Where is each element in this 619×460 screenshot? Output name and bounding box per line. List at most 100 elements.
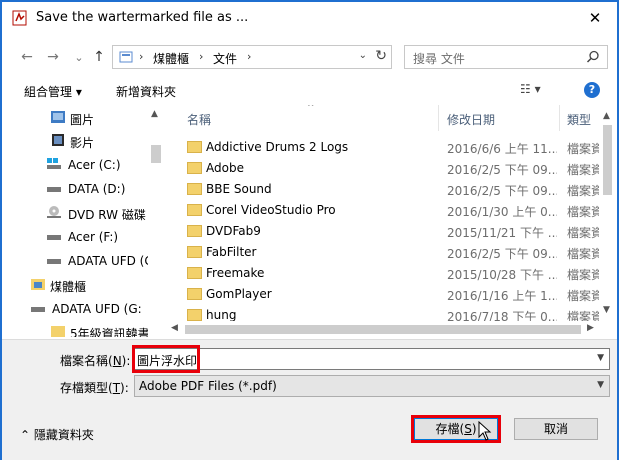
- scroll-left-icon[interactable]: ◀: [171, 323, 178, 333]
- file-row[interactable]: Freemake 2015/10/28 下午 ... 檔案資: [167, 263, 599, 284]
- file-name: hung: [206, 308, 237, 321]
- breadcrumb-library[interactable]: 煤體櫃: [153, 50, 189, 67]
- file-date: 2016/7/18 下午 0...: [447, 310, 557, 321]
- column-divider[interactable]: [438, 105, 439, 131]
- new-folder-button[interactable]: 新增資料夾: [116, 83, 176, 100]
- search-box[interactable]: 搜尋 文件: [404, 45, 608, 69]
- file-date: 2016/1/16 上午 1...: [447, 289, 557, 303]
- file-date: 2015/10/28 下午 ...: [447, 268, 557, 282]
- organize-menu[interactable]: 組合管理 ▾: [24, 83, 82, 100]
- up-button[interactable]: ↑: [88, 46, 110, 68]
- change-view-button[interactable]: ☷ ▾: [520, 82, 541, 96]
- back-button[interactable]: ←: [16, 46, 38, 68]
- folder-icon: [187, 225, 202, 237]
- file-row[interactable]: BBE Sound 2016/2/5 下午 09... 檔案資: [167, 179, 599, 200]
- file-name: Addictive Drums 2 Logs: [206, 140, 349, 154]
- hide-folders-toggle[interactable]: ⌃ 隱藏資料夾: [20, 426, 94, 443]
- horizontal-scroll-thumb[interactable]: [185, 325, 581, 334]
- sidebar-item-drive-c[interactable]: Acer (C:): [12, 154, 162, 176]
- sidebar-item-label: Acer (F:): [68, 230, 119, 244]
- file-date: 2016/1/30 上午 0...: [447, 205, 557, 219]
- refresh-icon[interactable]: ↻: [375, 48, 387, 64]
- file-row[interactable]: Adobe 2016/2/5 下午 09... 檔案資: [167, 158, 599, 179]
- column-header-type[interactable]: 類型: [567, 111, 591, 128]
- sidebar-item-usb-drive-2[interactable]: ADATA UFD (G:: [12, 298, 162, 320]
- scroll-down-icon[interactable]: ▼: [603, 305, 610, 315]
- file-row[interactable]: Corel VideoStudio Pro 2016/1/30 上午 0... …: [167, 200, 599, 221]
- command-bar: 組合管理 ▾ 新增資料夾 ☷ ▾ ?: [2, 78, 617, 104]
- library-icon: [119, 51, 133, 63]
- sidebar-item-videos[interactable]: 影片: [12, 130, 162, 152]
- scroll-up-icon[interactable]: ▲: [603, 111, 610, 121]
- filetype-select[interactable]: Adobe PDF Files (*.pdf) ▼: [134, 375, 610, 397]
- sidebar-item-label: 影片: [70, 136, 95, 150]
- navigation-bar: ← → ⌄ ↑ › 煤體櫃 › 文件 › ⌄ ↻ 搜尋 文件: [2, 40, 617, 74]
- address-bar[interactable]: › 煤體櫃 › 文件 › ⌄ ↻: [112, 45, 392, 69]
- highlight-box: [132, 345, 200, 373]
- file-row[interactable]: DVDFab9 2015/11/21 下午 ... 檔案資: [167, 221, 599, 242]
- chevron-down-icon[interactable]: ▼: [597, 353, 604, 363]
- sidebar-scrollbar[interactable]: ▲: [148, 105, 164, 337]
- file-row[interactable]: GomPlayer 2016/1/16 上午 1... 檔案資: [167, 284, 599, 305]
- column-header-name[interactable]: 名稱: [187, 111, 211, 128]
- folder-icon: [187, 141, 202, 153]
- mouse-cursor-icon: [478, 421, 492, 441]
- sidebar-item-drive-d[interactable]: DATA (D:): [12, 178, 162, 200]
- scroll-right-icon[interactable]: ▶: [587, 323, 594, 333]
- file-list-scrollbar[interactable]: ▲ ▼: [599, 105, 616, 321]
- file-list: ^ 名稱 修改日期 類型 Addictive Drums 2 Logs 2016…: [167, 105, 599, 321]
- file-type: 檔案資: [567, 163, 599, 177]
- sidebar-item-drive-f[interactable]: Acer (F:): [12, 226, 162, 248]
- filetype-value: Adobe PDF Files (*.pdf): [139, 379, 277, 393]
- breadcrumb-documents[interactable]: 文件: [213, 50, 237, 67]
- file-type: 檔案資: [567, 289, 599, 303]
- file-row[interactable]: Addictive Drums 2 Logs 2016/6/6 上午 11...…: [167, 137, 599, 158]
- save-options-panel: 檔案名稱(N): 圖片浮水印 ▼ 存檔類型(T): Adobe PDF File…: [2, 339, 617, 460]
- filename-input[interactable]: 圖片浮水印 ▼: [134, 348, 610, 370]
- crumb-separator: ›: [139, 50, 144, 63]
- search-input[interactable]: 搜尋 文件: [413, 50, 465, 67]
- sidebar-item-label: Acer (C:): [68, 158, 121, 172]
- dvd-drive-icon: [47, 206, 61, 218]
- close-button[interactable]: ✕: [583, 6, 607, 30]
- file-row[interactable]: hung 2016/7/18 下午 0... 檔案資: [167, 305, 599, 321]
- sidebar-item-label: DATA (D:): [68, 182, 126, 196]
- chevron-down-icon[interactable]: ▼: [597, 380, 604, 390]
- filename-label: 檔案名稱(N):: [60, 354, 131, 368]
- sidebar-item-libraries[interactable]: 煤體櫃: [12, 274, 162, 296]
- file-row[interactable]: FabFilter 2016/2/5 下午 09... 檔案資: [167, 242, 599, 263]
- file-name: Adobe: [206, 161, 244, 175]
- sidebar-item-folder[interactable]: 5年級資訊韓書: [12, 321, 162, 337]
- sidebar-scroll-thumb[interactable]: [151, 145, 161, 163]
- file-date: 2015/11/21 下午 ...: [447, 226, 557, 240]
- usb-drive-icon: [47, 259, 61, 264]
- column-divider[interactable]: [559, 105, 560, 131]
- folder-icon: [187, 162, 202, 174]
- file-list-scroll-thumb[interactable]: [603, 125, 612, 195]
- recent-locations-button[interactable]: ⌄: [68, 46, 90, 68]
- drive-icon: [47, 187, 61, 192]
- file-type: 檔案資: [567, 310, 599, 321]
- folder-icon: [187, 288, 202, 300]
- scroll-up-icon[interactable]: ▲: [151, 109, 158, 119]
- cancel-button[interactable]: 取消: [514, 418, 598, 440]
- sort-ascending-icon: ^: [307, 105, 315, 113]
- help-icon[interactable]: ?: [584, 82, 600, 98]
- file-date: 2016/2/5 下午 09...: [447, 247, 557, 261]
- file-name: FabFilter: [206, 245, 257, 259]
- sidebar-item-usb-drive-1[interactable]: ADATA UFD (G: [12, 250, 162, 272]
- forward-button[interactable]: →: [42, 46, 64, 68]
- file-name: DVDFab9: [206, 224, 261, 238]
- up-arrow-icon: ↑: [93, 49, 105, 65]
- address-dropdown-icon[interactable]: ⌄: [359, 50, 367, 61]
- horizontal-scrollbar[interactable]: ◀ ▶: [167, 321, 599, 338]
- drive-icon: [47, 235, 61, 240]
- column-header-date[interactable]: 修改日期: [447, 111, 495, 128]
- sidebar-item-label: 圖片: [70, 113, 95, 127]
- sidebar-item-label: DVD RW 磁碟: [68, 208, 146, 222]
- sidebar-item-pictures[interactable]: 圖片: [12, 107, 162, 129]
- sidebar-item-dvd-drive[interactable]: DVD RW 磁碟: [12, 202, 162, 224]
- windows-drive-icon: [47, 158, 61, 169]
- folder-icon: [187, 267, 202, 279]
- sidebar-item-label: 5年級資訊韓書: [70, 327, 150, 337]
